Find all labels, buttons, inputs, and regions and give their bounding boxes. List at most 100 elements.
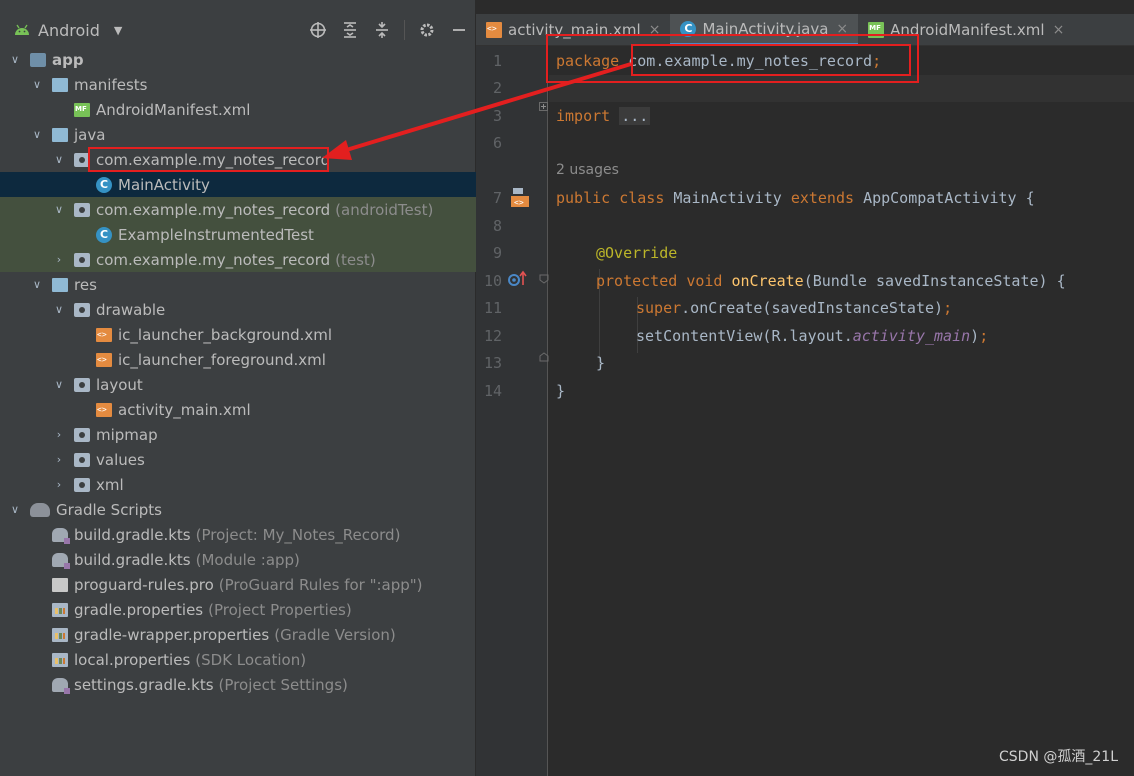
tree-item[interactable]: local.properties (SDK Location) [0,647,476,672]
chevron-right-icon[interactable]: › [52,478,66,491]
fold-end-icon[interactable] [539,352,549,362]
tree-item-label: layout [96,375,143,394]
tree-item[interactable]: ∨ res [0,272,476,297]
code-line-13: } [596,354,605,372]
line-number: 14 [483,382,502,400]
package-icon [74,452,90,467]
keyword: public [556,189,611,207]
tree-item[interactable]: proguard-rules.pro (ProGuard Rules for ":… [0,572,476,597]
tree-item-hint: (Project Settings) [218,675,348,694]
tree-item[interactable]: ∨ com.example.my_notes_record (androidTest… [0,197,476,222]
gear-icon[interactable] [417,20,437,40]
panel-view-selector[interactable]: Android [38,21,100,40]
highlight-box-package-tree [88,147,329,172]
line-number: 9 [492,244,502,262]
tree-item-label: MainActivity [118,175,210,194]
chevron-down-icon[interactable]: ∨ [52,203,66,216]
chevron-down-icon[interactable]: ∨ [30,128,44,141]
chevron-down-icon[interactable]: ∨ [8,53,22,66]
package-icon [74,477,90,492]
line-number: 7 [492,189,502,207]
chevron-right-icon[interactable]: › [52,453,66,466]
properties-file-icon [52,652,68,667]
tree-item-label: gradle.properties [74,600,204,619]
chevron-right-icon[interactable]: › [52,253,66,266]
keyword: class [619,189,665,207]
tree-item[interactable]: ∨ layout [0,372,476,397]
toolbar-divider [404,20,405,40]
tree-item[interactable]: C ExampleInstrumentedTest [0,222,476,247]
chevron-down-icon[interactable]: ∨ [30,278,44,291]
tree-item-label: settings.gradle.kts [74,675,214,694]
chevron-down-icon[interactable]: ∨ [52,153,66,166]
gradle-file-icon [52,527,70,544]
fold-expand-icon[interactable] [539,102,548,111]
line-number: 6 [492,134,502,152]
keyword: void [686,272,723,290]
expand-all-icon[interactable] [340,20,360,40]
tree-item-label: app [52,50,84,69]
method-params: (Bundle savedInstanceState) { [803,272,1066,290]
line-number: 8 [492,217,502,235]
locate-icon[interactable] [308,20,328,40]
close-icon[interactable]: × [1053,22,1065,38]
tree-item[interactable]: gradle-wrapper.properties (Gradle Version… [0,622,476,647]
tree-item[interactable]: › mipmap [0,422,476,447]
tree-item[interactable]: build.gradle.kts (Project: My_Notes_Recor… [0,522,476,547]
layout-field: activity_main [852,327,971,345]
tree-item-label: ic_launcher_foreground.xml [118,350,326,369]
folded-imports[interactable]: ... [619,107,651,125]
tree-item[interactable]: ic_launcher_background.xml [0,322,476,347]
tree-item[interactable]: gradle.properties (Project Properties) [0,597,476,622]
set-content-call: setContentView(R.layout. [636,327,853,345]
tree-item[interactable]: settings.gradle.kts (Project Settings) [0,672,476,697]
chevron-down-icon[interactable]: ▼ [114,24,122,37]
line-number: 13 [483,354,502,372]
tree-item[interactable]: › com.example.my_notes_record (test) [0,247,476,272]
chevron-down-icon[interactable]: ∨ [8,503,22,516]
chevron-down-icon[interactable]: ∨ [52,378,66,391]
code-line-7: public class MainActivity extends AppCom… [556,189,1035,207]
tree-item[interactable]: build.gradle.kts (Module :app) [0,547,476,572]
close-brace: } [596,354,606,372]
line-number: 11 [483,299,502,317]
usages-hint[interactable]: 2 usages [556,162,619,178]
minimize-icon[interactable] [449,20,469,40]
override-marker-icon[interactable] [508,270,528,288]
code-editor[interactable]: package com.example.my_notes_record; imp… [546,34,1134,776]
tree-item[interactable]: ∨ Gradle Scripts [0,497,476,522]
tree-item-label: Gradle Scripts [56,500,162,519]
tree-item[interactable]: AndroidManifest.xml [0,97,476,122]
package-icon [74,377,90,392]
fold-collapse-icon[interactable] [539,274,549,284]
tree-item[interactable]: activity_main.xml [0,397,476,422]
chevron-down-icon[interactable]: ∨ [30,78,44,91]
tree-item[interactable]: ic_launcher_foreground.xml [0,347,476,372]
chevron-right-icon[interactable]: › [52,428,66,441]
tree-item-hint: (Gradle Version) [274,625,396,644]
related-layout-icon[interactable]: <> [510,186,530,208]
super-class: AppCompatActivity { [863,189,1035,207]
annotation: @Override [596,244,678,262]
tree-item-label: res [74,275,97,294]
tree-item-hint: (androidTest) [335,200,434,219]
line-number: 12 [483,327,502,345]
tree-item-hint: (test) [335,250,376,269]
tree-item[interactable]: C MainActivity [0,172,476,197]
svg-text:<>: <> [514,198,524,207]
tree-item[interactable]: ∨ manifests [0,72,476,97]
tree-item-label: activity_main.xml [118,400,251,419]
tree-item[interactable]: ∨ drawable [0,297,476,322]
chevron-down-icon[interactable]: ∨ [52,303,66,316]
code-line-10: protected void onCreate(Bundle savedInst… [596,272,1066,290]
tree-item[interactable]: ∨ app [0,47,476,72]
tree-item[interactable]: ∨ java [0,122,476,147]
line-number: 3 [492,107,502,125]
tree-item[interactable]: › xml [0,472,476,497]
tree-item[interactable]: › values [0,447,476,472]
semicolon: ; [943,299,953,317]
package-icon [74,427,90,442]
xml-file-icon [96,402,112,417]
properties-file-icon [52,602,68,617]
collapse-all-icon[interactable] [372,20,392,40]
